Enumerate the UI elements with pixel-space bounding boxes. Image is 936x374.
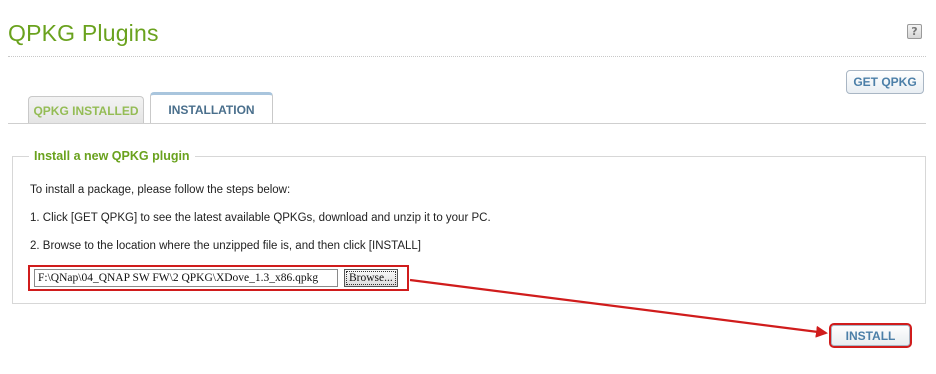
help-icon[interactable]: ? [907, 24, 922, 39]
tab-qpkg-installed[interactable]: QPKG INSTALLED [28, 96, 144, 124]
tab-installation[interactable]: INSTALLATION [150, 92, 273, 124]
title-divider [8, 56, 926, 57]
install-intro-text: To install a package, please follow the … [30, 184, 291, 196]
page-title: QPKG Plugins [8, 20, 159, 46]
install-button[interactable]: INSTALL [829, 323, 912, 348]
install-step-1: 1. Click [GET QPKG] to see the latest av… [30, 212, 491, 224]
browse-button[interactable]: Browse... [344, 269, 398, 287]
install-section-legend: Install a new QPKG plugin [29, 149, 195, 163]
install-step-2: 2. Browse to the location where the unzi… [30, 240, 421, 252]
get-qpkg-button[interactable]: GET QPKG [846, 70, 924, 94]
file-picker-highlight: F:\QNap\04_QNAP SW FW\2 QPKG\XDove_1.3_x… [28, 265, 409, 291]
file-path-input[interactable]: F:\QNap\04_QNAP SW FW\2 QPKG\XDove_1.3_x… [34, 269, 338, 287]
tabs-divider [8, 123, 926, 124]
